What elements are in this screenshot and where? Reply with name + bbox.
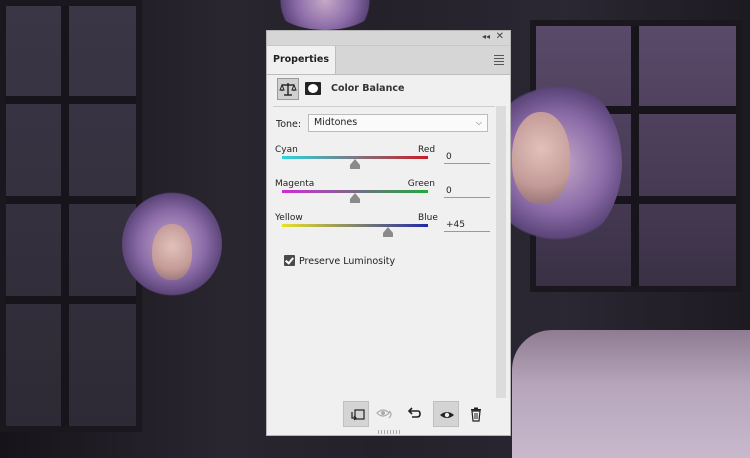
clip-to-layer-icon <box>351 409 365 421</box>
visibility-button[interactable] <box>433 401 459 427</box>
resize-grip[interactable] <box>378 430 400 434</box>
reset-button[interactable] <box>401 401 427 427</box>
preserve-luminosity-label: Preserve Luminosity <box>299 256 396 267</box>
slider-thumb[interactable] <box>382 227 393 237</box>
close-icon[interactable]: ✕ <box>496 31 504 42</box>
tab-properties[interactable]: Properties <box>267 46 336 74</box>
slider-yellow-blue: Yellow Blue +45 <box>275 213 491 247</box>
balance-scale-icon[interactable] <box>277 78 299 100</box>
layer-mask-icon[interactable] <box>305 82 321 95</box>
fabric-drape <box>512 330 750 458</box>
divider <box>273 106 495 107</box>
panel-titlebar: ◂◂ ✕ <box>267 31 510 46</box>
slider-left-label: Yellow <box>275 213 303 223</box>
preserve-luminosity-checkbox[interactable] <box>284 255 295 266</box>
slider-left-label: Magenta <box>275 179 315 189</box>
properties-panel: ◂◂ ✕ Properties Color Balance Tone: Midt… <box>266 30 511 436</box>
hamburger-menu-icon[interactable] <box>494 55 504 67</box>
flower-face-top <box>270 0 380 30</box>
tone-select-value: Midtones <box>314 117 358 128</box>
window-left <box>0 0 142 432</box>
eye-icon <box>440 412 454 418</box>
panel-tab-row: Properties <box>267 46 510 75</box>
slider-value-input[interactable]: 0 <box>444 185 490 198</box>
slider-magenta-green: Magenta Green 0 <box>275 179 491 213</box>
adjustment-header: Color Balance <box>277 78 497 100</box>
slider-value-input[interactable]: 0 <box>444 151 490 164</box>
double-chevron-left-icon[interactable]: ◂◂ <box>482 32 490 41</box>
panel-footer-toolbar <box>267 401 510 427</box>
view-previous-state-icon <box>376 409 392 419</box>
tone-label: Tone: <box>276 119 302 130</box>
tone-select[interactable]: Midtones ⌵ <box>308 114 488 132</box>
view-previous-state-button[interactable] <box>371 401 397 427</box>
face-right <box>512 112 570 204</box>
adjustment-title: Color Balance <box>331 83 405 94</box>
trash-icon <box>471 407 481 422</box>
slider-right-label: Red <box>418 145 436 155</box>
slider-cyan-red: Cyan Red 0 <box>275 145 491 179</box>
clip-to-layer-button[interactable] <box>343 401 369 427</box>
slider-value-input[interactable]: +45 <box>444 219 490 232</box>
slider-thumb[interactable] <box>350 193 360 203</box>
reset-icon <box>407 407 421 418</box>
chevron-down-icon: ⌵ <box>475 118 482 127</box>
slider-track[interactable] <box>282 224 428 227</box>
face-left <box>152 224 192 280</box>
slider-right-label: Blue <box>418 213 438 223</box>
panel-scrollbar[interactable] <box>496 106 506 398</box>
delete-button[interactable] <box>463 401 489 427</box>
slider-right-label: Green <box>407 179 435 189</box>
slider-thumb[interactable] <box>350 159 360 169</box>
slider-left-label: Cyan <box>275 145 298 155</box>
